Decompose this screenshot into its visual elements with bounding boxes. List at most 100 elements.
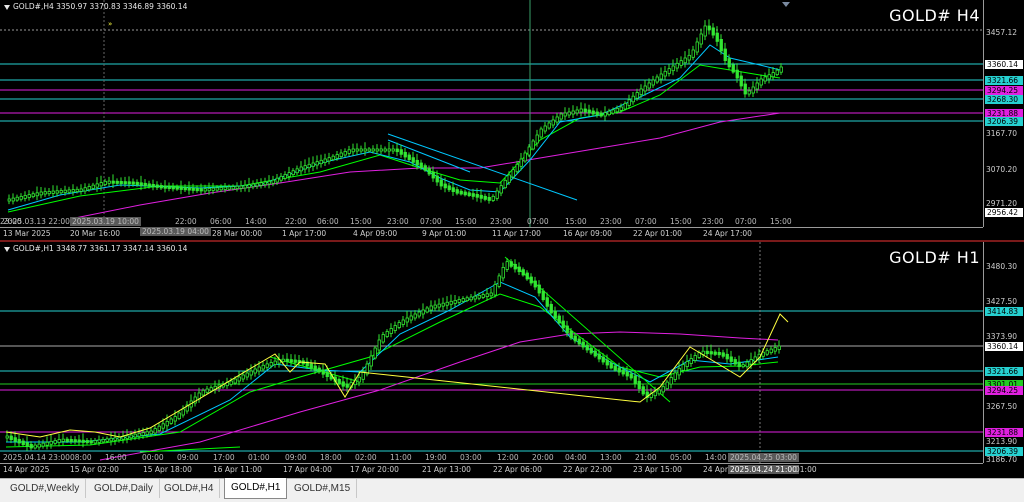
candle-body bbox=[133, 433, 137, 438]
shift-marker-icon[interactable] bbox=[782, 2, 790, 7]
candle-body bbox=[515, 163, 519, 173]
candle-body bbox=[5, 435, 9, 439]
time-tick-label: 22 Apr 22:00 bbox=[563, 465, 612, 474]
time-overlay-label: 09:00 bbox=[285, 453, 307, 462]
candle-body bbox=[479, 194, 483, 199]
candle-body bbox=[491, 195, 495, 201]
candle-body bbox=[41, 442, 45, 447]
candle-body bbox=[481, 294, 485, 298]
candle-body bbox=[739, 75, 743, 87]
time-overlay-label: 15:00 bbox=[455, 217, 477, 226]
candle-body bbox=[513, 263, 517, 270]
candle-body bbox=[587, 109, 591, 114]
candle-body bbox=[163, 185, 167, 189]
candle-body bbox=[561, 320, 565, 329]
candle-body bbox=[647, 82, 651, 89]
candle-body bbox=[335, 154, 339, 159]
chart-window-h1[interactable]: GOLD#,H1 3348.77 3361.17 3347.14 3360.14… bbox=[0, 242, 1024, 478]
candle-body bbox=[683, 57, 687, 64]
candle-body bbox=[751, 86, 755, 94]
price-plot-h4[interactable]: » bbox=[0, 0, 983, 227]
candle-body bbox=[53, 439, 57, 444]
time-overlay-label: 19:00 bbox=[425, 453, 447, 462]
candle-body bbox=[145, 431, 149, 436]
candle-body bbox=[401, 319, 405, 325]
candle-body bbox=[641, 386, 645, 395]
candle-body bbox=[709, 351, 713, 355]
candle-body bbox=[309, 363, 313, 369]
candle-body bbox=[711, 27, 715, 36]
tab-gold-h1[interactable]: GOLD#,H1 bbox=[224, 478, 288, 499]
candle-body bbox=[165, 420, 169, 427]
candle-body bbox=[421, 309, 425, 315]
candle-body bbox=[263, 181, 267, 186]
time-overlay-label: 07:00 bbox=[735, 217, 757, 226]
candle-body bbox=[203, 188, 207, 192]
price-axis-h1[interactable]: 3480.30 3427.50 3373.90 3267.50 3213.90 3186.… bbox=[983, 242, 1024, 464]
candle-body bbox=[331, 155, 335, 161]
candle-body bbox=[395, 148, 399, 153]
candle-body bbox=[319, 159, 323, 165]
candle-body bbox=[19, 195, 23, 200]
candle-body bbox=[45, 441, 49, 446]
time-axis-h1[interactable]: 14 Apr 2025 15 Apr 02:00 15 Apr 18:00 16 Ap… bbox=[0, 463, 983, 477]
time-tick-label: 1 Apr 17:00 bbox=[282, 229, 327, 238]
time-overlay-label: 07:00 bbox=[527, 217, 549, 226]
candle-body bbox=[327, 157, 331, 162]
candle-body bbox=[95, 183, 99, 188]
candle-body bbox=[535, 134, 539, 144]
price-level-tag: 3321.66 bbox=[985, 367, 1023, 376]
candle-body bbox=[117, 436, 121, 441]
candle-body bbox=[293, 359, 297, 363]
chart-window-h4[interactable]: » GOLD#,H4 3350.97 3370.83 3346.89 3360.… bbox=[0, 0, 1024, 240]
time-tick-label: 13 Mar 2025 bbox=[3, 229, 51, 238]
candle-body bbox=[385, 331, 389, 337]
candle-body bbox=[611, 109, 615, 114]
candle-body bbox=[559, 113, 563, 120]
price-plot-h1[interactable] bbox=[0, 242, 983, 463]
candle-body bbox=[259, 182, 263, 186]
candle-body bbox=[67, 189, 71, 193]
time-overlay-label: 2025.04.25 03:00 bbox=[728, 453, 799, 462]
candle-body bbox=[619, 106, 623, 111]
time-overlay-label: 04:00 bbox=[565, 453, 587, 462]
price-axis-h4[interactable]: 3457.12 3167.70 3070.20 2971.20 3360.14 3321.… bbox=[983, 0, 1024, 227]
price-tick-label: 3267.50 bbox=[986, 402, 1018, 411]
candle-body bbox=[425, 307, 429, 313]
candle-body bbox=[93, 440, 97, 444]
candle-body bbox=[31, 193, 35, 198]
candle-body bbox=[777, 345, 781, 350]
candle-body bbox=[581, 341, 585, 348]
tab-gold-h4[interactable]: GOLD#,H4 bbox=[158, 479, 221, 498]
tab-gold-weekly[interactable]: GOLD#,Weekly bbox=[4, 479, 87, 498]
time-overlay-label: 16:00 bbox=[105, 453, 127, 462]
candle-body bbox=[313, 365, 317, 371]
price-level-tag: 3294.25 bbox=[985, 86, 1023, 95]
price-tick-label: 3186.70 bbox=[986, 455, 1018, 464]
candle-body bbox=[475, 193, 479, 198]
time-tick-label: 15 Apr 18:00 bbox=[143, 465, 192, 474]
candle-body bbox=[629, 373, 633, 379]
time-overlay-label: 13:00 bbox=[600, 453, 622, 462]
time-overlay-label: 06:00 bbox=[317, 217, 339, 226]
candle-body bbox=[759, 78, 763, 86]
candle-body bbox=[411, 157, 415, 163]
candle-body bbox=[371, 148, 375, 152]
candle-body bbox=[247, 184, 251, 188]
candle-body bbox=[317, 367, 321, 373]
candle-body bbox=[37, 443, 41, 448]
candle-body bbox=[695, 41, 699, 53]
time-overlay-label: 2025.03.19 10:00 bbox=[70, 217, 141, 226]
moving-average-fast bbox=[7, 44, 781, 211]
candle-body bbox=[273, 360, 277, 365]
tab-gold-m15[interactable]: GOLD#,M15 bbox=[288, 479, 358, 498]
candle-body bbox=[423, 165, 427, 171]
candle-body bbox=[103, 180, 107, 186]
price-level-tag: 3360.14 bbox=[985, 342, 1023, 351]
candle-body bbox=[405, 317, 409, 323]
tab-gold-daily[interactable]: GOLD#,Daily bbox=[88, 479, 160, 498]
candle-body bbox=[723, 48, 727, 62]
price-level-tag: 3231.88 bbox=[985, 428, 1023, 437]
candle-body bbox=[357, 376, 361, 383]
candle-body bbox=[361, 371, 365, 380]
